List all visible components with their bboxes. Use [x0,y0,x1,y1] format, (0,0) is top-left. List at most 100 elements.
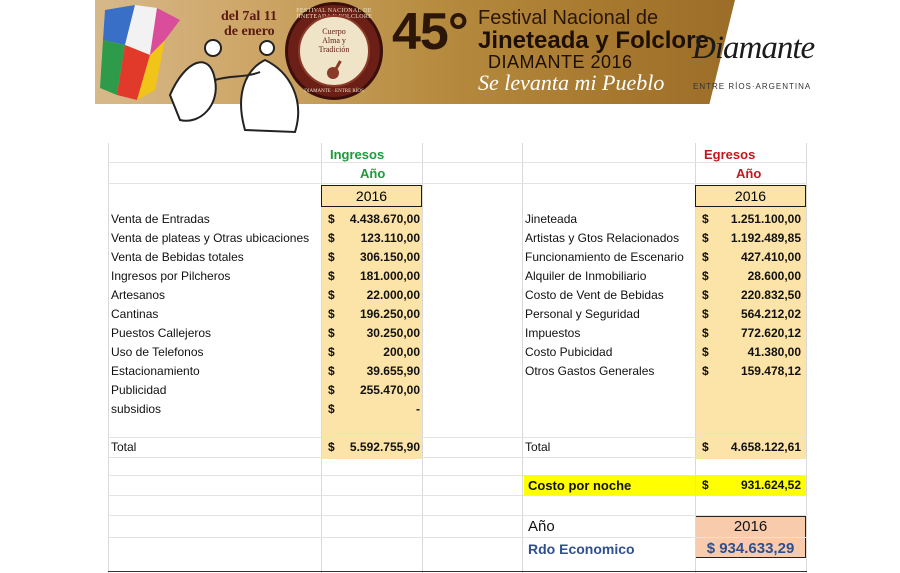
ingresos-total-value: 5.592.755,90 [349,440,420,454]
egresos-row-label: Alquiler de Inmobiliario [525,269,647,283]
currency-sign: $ [702,345,709,359]
festival-seal: FESTIVAL NACIONAL DE JINETEADA Y FOLCLOR… [285,2,383,100]
currency-sign: $ [328,212,335,226]
egresos-row-value: 1.251.100,00 [730,212,801,226]
ingresos-row-label: Venta de plateas y Otras ubicaciones [111,231,310,245]
ingresos-header: Ingresos [330,147,385,162]
currency-sign: $ [328,326,335,340]
seal-bottom-text: DIAMANTE · ENTRE RÍOS [304,89,364,94]
grid-line [321,143,322,573]
ingresos-row-value: 123.110,00 [360,231,420,245]
festival-slogan: Se levanta mi Pueblo [478,70,665,95]
egresos-row-label: Funcionamiento de Escenario [525,250,684,264]
ingresos-row-value: 22.000,00 [366,288,420,302]
resultado-year: 2016 [733,518,768,535]
ingresos-row-label: Venta de Bebidas totales [111,250,244,264]
seal-motto-2: Alma y [322,36,346,45]
ingresos-row-value: 39.655,90 [366,364,420,378]
seal-motto-3: Tradición [318,45,350,54]
costo-noche-label: Costo por noche [528,478,632,493]
grid-line [806,143,807,573]
diamante-logo-subtitle: ENTRE RÍOS·ARGENTINA [693,82,812,91]
ingresos-row-label: Uso de Telefonos [111,345,204,359]
currency-sign: $ [702,364,709,378]
currency-sign: $ [328,288,335,302]
egresos-row-label: Costo de Vent de Bebidas [525,288,664,302]
currency-sign: $ [328,269,335,283]
currency-sign: $ [702,307,709,321]
ingresos-row-value: 4.438.670,00 [349,212,420,226]
ingresos-year-label: Año [360,166,386,181]
currency-sign: $ [328,364,335,378]
edition-number: 45° [392,3,469,61]
currency-sign: $ [702,440,709,454]
grid-line [422,143,423,573]
ingresos-row-value: 196.250,00 [359,307,420,321]
seal-motto-1: Cuerpo [322,27,346,36]
egresos-year-label: Año [736,166,762,181]
ingresos-row-value: 200,00 [383,345,420,359]
egresos-row-value: 159.478,12 [740,364,801,378]
ingresos-row-label: Artesanos [111,288,166,302]
egresos-row-label: Artistas y Gtos Relacionados [525,231,680,245]
currency-sign: $ [328,250,335,264]
currency-sign: $ [328,345,335,359]
egresos-row-value: 427.410,00 [740,250,801,264]
egresos-row-label: Costo Pubicidad [525,345,613,359]
egresos-total-value: 4.658.122,61 [730,440,801,454]
currency-sign: $ [328,402,335,416]
egresos-row-label: Personal y Seguridad [525,307,640,321]
grid-line [522,143,523,573]
currency-sign: $ [702,288,709,302]
grid-line [108,495,807,496]
egresos-row-value: 772.620,12 [740,326,801,340]
ingresos-row-label: Cantinas [111,307,159,321]
festival-title-2: Jineteada y Folclore [478,27,709,54]
grid-line [108,183,807,184]
grid-line [108,457,807,458]
costo-noche-value: 931.624,52 [740,478,801,492]
resultado-value: $ 934.633,29 [706,540,795,557]
grid-line [108,143,109,573]
currency-sign: $ [328,231,335,245]
ingresos-row-value: 255.470,00 [359,383,420,397]
egresos-row-value: 564.212,02 [740,307,801,321]
currency-sign: $ [702,212,709,226]
dancers-illustration [100,5,300,134]
resultado-label: Rdo Economico [528,541,635,557]
egresos-year: 2016 [695,185,806,207]
ingresos-row-label: Puestos Callejeros [111,326,212,340]
budget-spreadsheet: Ingresos Año 2016 Egresos Año 2016 Venta… [0,143,900,573]
ingresos-row-label: Venta de Entradas [111,212,210,226]
grid-line [108,571,807,572]
ingresos-row-value: - [416,402,420,416]
resultado-year-label: Año [528,518,555,535]
grid-line [695,143,696,573]
ingresos-row-value: 30.250,00 [366,326,420,340]
festival-title-3: DIAMANTE 2016 [488,52,633,72]
festival-title-1: Festival Nacional de [478,7,659,29]
seal-center: Cuerpo Alma y Tradición [298,15,370,87]
ingresos-total-label: Total [111,440,137,454]
date-line-1: del 7al 11 [221,9,278,24]
ingresos-row-label: Estacionamiento [111,364,200,378]
guitar-icon [327,60,342,79]
currency-sign: $ [702,326,709,340]
currency-sign: $ [702,231,709,245]
ingresos-row-value: 181.000,00 [359,269,420,283]
egresos-row-label: Jineteada [525,212,578,226]
currency-sign: $ [328,307,335,321]
ingresos-row-value: 306.150,00 [359,250,420,264]
ingresos-row-label: subsidios [111,402,162,416]
egresos-row-value: 41.380,00 [747,345,801,359]
egresos-row-value: 220.832,50 [740,288,801,302]
grid-line [108,515,807,516]
festival-banner: del 7al 11 de enero FESTIVAL NACIONAL DE… [0,0,900,135]
currency-sign: $ [328,383,335,397]
currency-sign: $ [702,250,709,264]
egresos-row-label: Otros Gastos Generales [525,364,655,378]
currency-sign: $ [702,269,709,283]
egresos-row-value: 1.192.489,85 [730,231,801,245]
diamante-logo: Diamante [692,30,815,66]
grid-line [108,537,807,538]
